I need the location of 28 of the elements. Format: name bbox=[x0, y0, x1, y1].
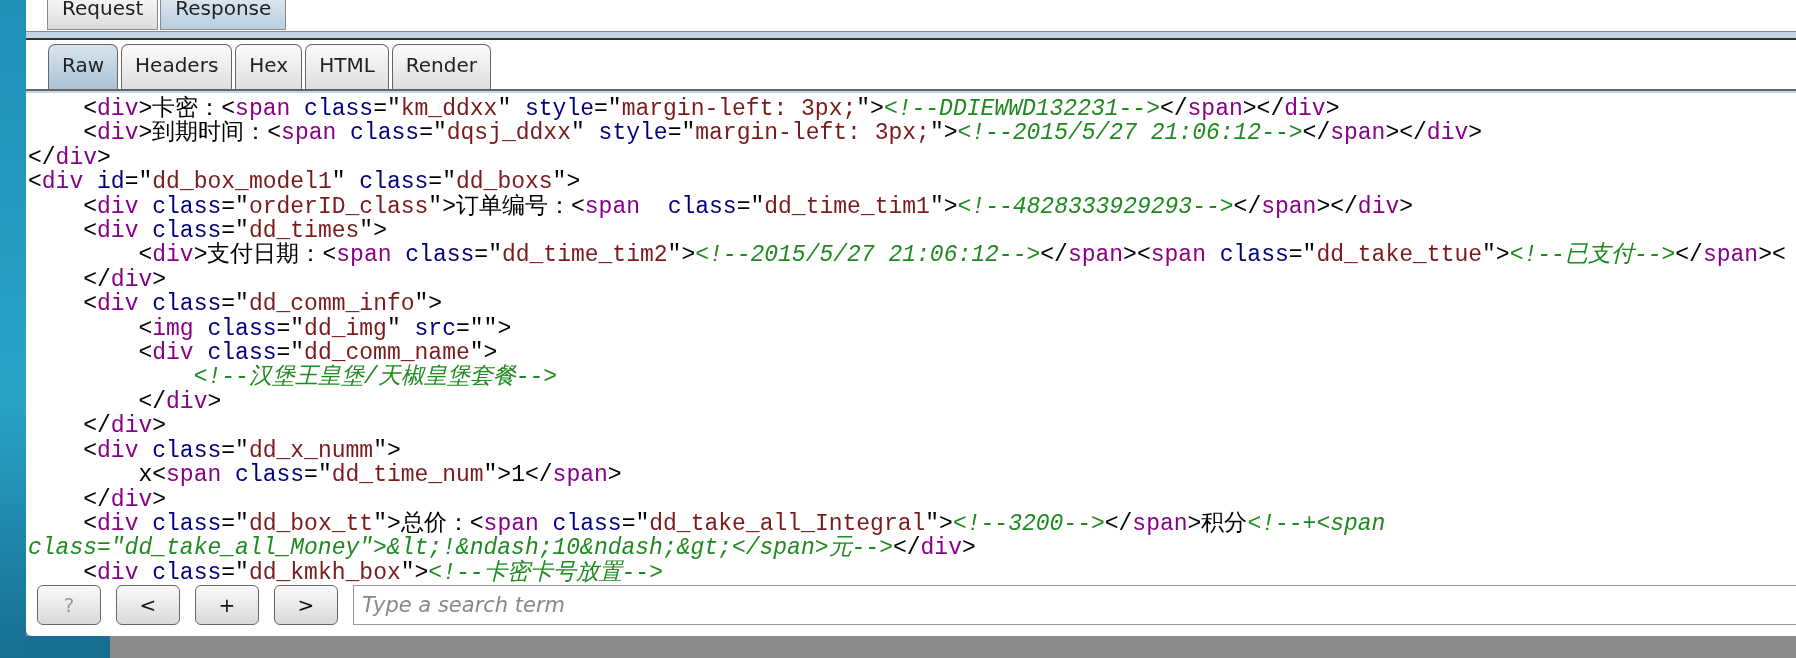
code-line: <div class="orderID_class">订单编号：<span class="dd_time_tim1"><!--4828333929293--></span></div> bbox=[82, 194, 1414, 220]
tab[interactable]: Render bbox=[391, 44, 491, 89]
tab[interactable]: Response bbox=[160, 0, 287, 30]
code-line: </div> bbox=[28, 145, 111, 171]
code-line: </div> bbox=[138, 389, 222, 415]
code-line: <img class="dd_img" src=""> bbox=[137, 316, 512, 342]
code-line: <div class="dd_x_numm"> bbox=[82, 438, 401, 464]
search-nav-button[interactable]: > bbox=[274, 585, 338, 625]
code-line: </div> bbox=[82, 487, 167, 512]
code-line: class="dd_take_all_Money">&lt;!&ndash;10&ndash;&gt;</span>元--></div> bbox=[28, 536, 976, 561]
search-field[interactable]: Type a search term bbox=[353, 585, 1796, 625]
code-line: <div>到期时间：<span class="dqsj_ddxx" style="margin-left: 3px;"><!--2015/5/27 21:06:12--></span></div> bbox=[83, 121, 1483, 146]
tab[interactable]: HTML bbox=[305, 44, 389, 89]
code-line: </div> bbox=[82, 267, 167, 293]
tab[interactable]: Hex bbox=[235, 44, 303, 89]
tab[interactable]: Headers bbox=[121, 44, 233, 89]
tab[interactable]: Request bbox=[47, 0, 159, 30]
code-line: </div> bbox=[82, 414, 167, 439]
code-line: <div>支付日期：<span class="dd_time_tim2"><!--2015/5/27 21:06:12--></span><span class="dd_take_ttue"><!--已支付--></span>< bbox=[138, 243, 1786, 268]
code-line: <div id="dd_box_model1" class="dd_boxs"> bbox=[28, 170, 581, 195]
code-line: x<span class="dd_time_num">1</span> bbox=[138, 463, 622, 488]
search-nav-button[interactable]: + bbox=[195, 585, 259, 625]
tab[interactable]: Raw bbox=[48, 44, 119, 89]
code-line: <!--汉堡王皇堡/天椒皇堡套餐--> bbox=[193, 365, 558, 390]
search-nav-button[interactable]: < bbox=[116, 585, 180, 625]
code-line: <div class="dd_box_tt">总价：<span class="dd_take_all_Integral"><!--3200--></span>积分<!--+<span bbox=[83, 511, 1386, 537]
code-line: <div class="dd_kmkh_box"><!--卡密卡号放置--> bbox=[82, 560, 663, 584]
code-line: <div class="dd_comm_info"> bbox=[82, 292, 443, 317]
